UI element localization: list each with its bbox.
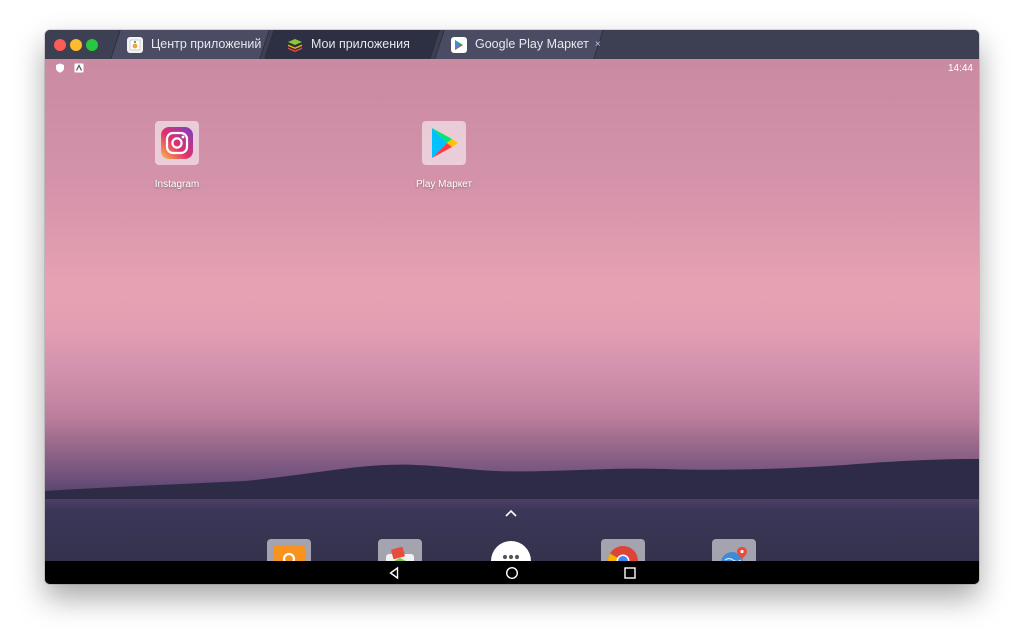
minimize-window-button[interactable] bbox=[70, 39, 82, 51]
navigation-bar bbox=[45, 561, 979, 584]
status-bar: 14:44 bbox=[45, 59, 979, 79]
dock-app-installer[interactable] bbox=[378, 539, 422, 561]
tab-my-apps[interactable]: Мои приложения bbox=[264, 30, 440, 59]
maps-icon bbox=[721, 547, 747, 561]
dock-maps[interactable] bbox=[712, 539, 756, 561]
desktop-app-play-market[interactable]: Play Маркет bbox=[404, 121, 484, 190]
mountain-silhouette bbox=[45, 459, 979, 499]
notification-icon bbox=[74, 63, 84, 73]
back-icon[interactable] bbox=[387, 566, 401, 580]
recents-icon[interactable] bbox=[623, 566, 637, 580]
android-screen: 14:44 Instagram Play Маркет bbox=[45, 59, 979, 561]
play-store-icon bbox=[451, 36, 467, 53]
play-store-icon bbox=[432, 128, 458, 158]
app-drawer-icon bbox=[491, 541, 531, 561]
app-label: Play Маркет bbox=[415, 179, 473, 190]
tab-label: Мои приложения bbox=[311, 37, 410, 51]
app-installer-icon bbox=[386, 546, 414, 561]
title-bar: Центр приложений Мои приложения Google P… bbox=[45, 30, 979, 59]
close-window-button[interactable] bbox=[54, 39, 66, 51]
app-center-icon bbox=[127, 36, 143, 53]
instagram-icon bbox=[161, 127, 193, 159]
dock-search-app[interactable] bbox=[267, 539, 311, 561]
tab-google-play[interactable]: Google Play Маркет × bbox=[434, 30, 604, 59]
tab-label: Центр приложений bbox=[151, 37, 262, 51]
clock: 14:44 bbox=[947, 63, 973, 74]
shield-icon bbox=[56, 63, 64, 73]
tab-app-center[interactable]: Центр приложений bbox=[110, 30, 270, 59]
home-icon[interactable] bbox=[505, 566, 519, 580]
dock-chrome[interactable] bbox=[601, 539, 645, 561]
desktop-app-instagram[interactable]: Instagram bbox=[137, 121, 217, 190]
maximize-window-button[interactable] bbox=[86, 39, 98, 51]
tab-label: Google Play Маркет bbox=[475, 37, 589, 51]
wallpaper-haze bbox=[45, 309, 979, 429]
emulator-window: Центр приложений Мои приложения Google P… bbox=[45, 30, 979, 584]
dock-app-drawer[interactable] bbox=[489, 539, 533, 561]
bluestacks-icon bbox=[287, 37, 303, 53]
chrome-icon bbox=[608, 546, 638, 561]
chevron-up-icon[interactable] bbox=[503, 507, 519, 519]
app-label: Instagram bbox=[154, 179, 200, 190]
search-app-icon bbox=[273, 545, 305, 561]
close-tab-icon[interactable]: × bbox=[595, 30, 601, 59]
